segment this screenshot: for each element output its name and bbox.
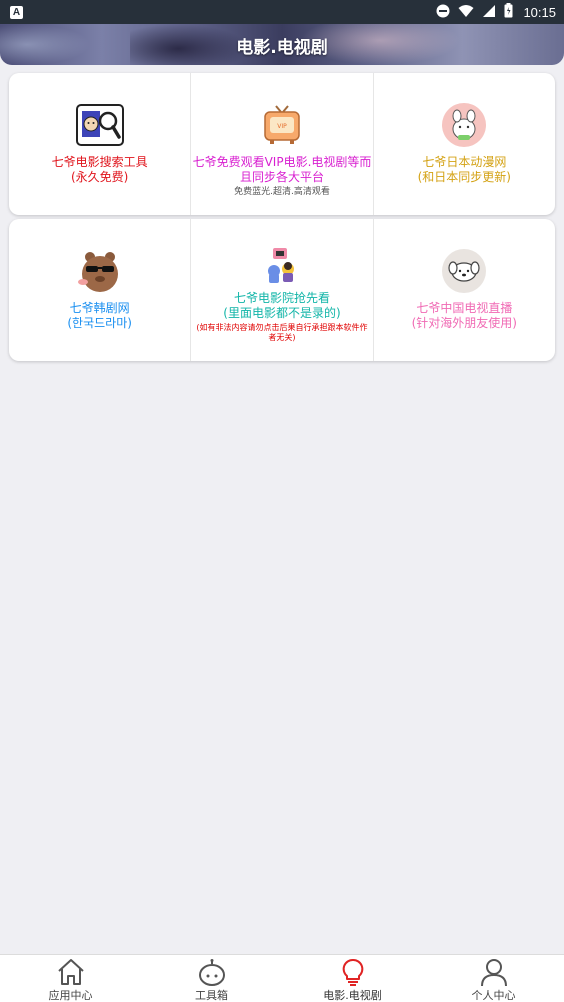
page-title: 电影.电视剧 [236,38,328,58]
tab-app-center[interactable]: 应用中心 [0,955,141,1002]
cool-bear-icon [76,247,124,295]
tab-label: 个人中心 [471,989,516,1002]
do-not-disturb-icon [436,3,450,22]
item-subtitle: (한국드라마) [67,316,132,330]
tab-label: 应用中心 [48,989,93,1002]
feature-card-row-1: 七爷电影搜索工具 (永久免费) VIP 七爷免费观看VIP电影.电视剧等而 且同… [9,73,555,215]
signal-icon [482,3,496,22]
item-title: 七爷电影搜索工具 [51,155,148,169]
clock-time: 10:15 [523,4,556,20]
battery-icon [504,2,513,22]
lightbulb-icon [337,958,369,986]
item-title-cont: 且同步各大平台 [239,170,324,184]
item-title: 七爷电影院抢先看 [233,291,330,305]
tab-label: 工具箱 [195,989,228,1002]
item-subtitle: (里面电影都不是录的) [223,306,341,320]
retro-tv-icon: VIP [258,101,306,149]
item-title: 七爷免费观看VIP电影.电视剧等而 [192,155,372,169]
app-notification-icon: A [10,5,23,19]
item-title: 七爷韩剧网 [69,301,130,315]
dog-avatar-icon [440,247,488,295]
wifi-icon [458,3,474,22]
tab-toolbox[interactable]: 工具箱 [141,955,282,1002]
movie-search-icon [75,101,124,149]
disclaimer-text: (如有非法内容请勿点击后果自行承担跟本软件作者无关) [196,323,368,342]
korean-drama-item[interactable]: 七爷韩剧网 (한국드라마) [9,219,192,361]
anime-site-item[interactable]: 七爷日本动漫网 (和日本同步更新) [374,73,555,215]
item-title: 七爷日本动漫网 [422,155,507,169]
person-icon [478,958,510,986]
anime-avatar-icon [440,101,488,149]
page-header: 电影.电视剧 [0,24,564,65]
robot-icon [196,958,228,986]
item-subtitle: (和日本同步更新) [417,170,511,184]
status-bar: A 10:15 [0,0,564,24]
item-subtitle: (针对海外朋友使用) [411,316,517,330]
tab-label: 电影.电视剧 [323,989,382,1002]
home-icon [55,958,87,986]
movie-search-tool-item[interactable]: 七爷电影搜索工具 (永久免费) [9,73,192,215]
vip-movie-item[interactable]: VIP 七爷免费观看VIP电影.电视剧等而 且同步各大平台 免费蓝光.超清.高清… [191,73,374,215]
tab-profile[interactable]: 个人中心 [423,955,564,1002]
china-tv-live-item[interactable]: 七爷中国电视直播 (针对海外朋友使用) [374,219,555,361]
item-caption: 免费蓝光.超清.高清观看 [234,187,330,197]
cinema-preview-item[interactable]: 七爷电影院抢先看 (里面电影都不是录的) (如有非法内容请勿点击后果自行承担跟本… [191,219,374,361]
svg-text:VIP: VIP [277,123,287,130]
feature-card-row-2: 七爷韩剧网 (한국드라마) 七爷电影院抢先看 (里面电影都不是录的) (如有非法… [9,219,555,361]
bottom-tab-bar: 应用中心 工具箱 电影.电视剧 个人中心 [0,954,564,1002]
item-subtitle: (永久免费) [70,170,129,184]
item-title: 七爷中国电视直播 [416,301,513,315]
tab-movies-tv[interactable]: 电影.电视剧 [282,955,423,1002]
theater-icon [258,241,306,289]
